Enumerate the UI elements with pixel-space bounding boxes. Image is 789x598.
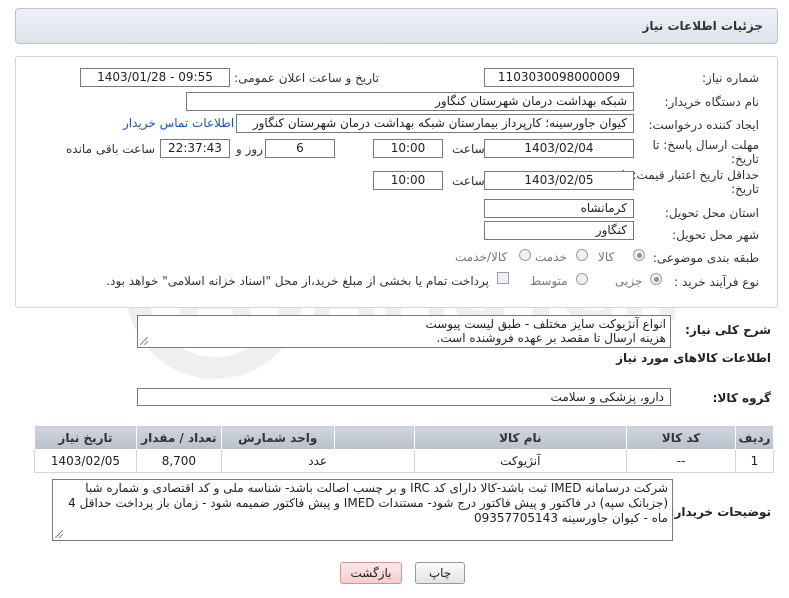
price-validity-label-2: تاریخ: [731, 182, 759, 196]
need-number-field[interactable]: 1103030098000009 [484, 68, 634, 87]
price-validity-label: حداقل تاریخ اعتبار قیمت: تا [621, 168, 759, 182]
reply-time-label: ساعت [452, 142, 485, 156]
description-line-2: هزینه ارسال تا مقصد بر عهده فروشنده است. [436, 331, 666, 345]
page-title: جزئیات اطلاعات نیاز [642, 19, 763, 33]
cell-quantity: 8,700 [135, 449, 222, 473]
goods-group-field[interactable]: دارو، پزشکی و سلامت [137, 388, 671, 406]
price-validity-time-label: ساعت [452, 174, 485, 188]
print-button[interactable]: چاپ [415, 562, 465, 584]
process-radio-minor[interactable] [650, 273, 662, 285]
cell-need-date: 1403/02/05 [34, 449, 137, 473]
table-row[interactable]: 1403/02/05 8,700 عدد آنژیوکت -- 1 [34, 449, 775, 473]
cell-unit: عدد [220, 449, 415, 473]
reply-time-field[interactable]: 10:00 [373, 139, 443, 158]
treasury-payment-checkbox[interactable] [497, 272, 509, 284]
category-radio-goods-service[interactable] [519, 249, 531, 261]
days-remaining-field[interactable]: 6 [265, 139, 335, 158]
category-option-service: خدمت [535, 250, 567, 264]
buyer-notes-textarea[interactable]: شرکت درسامانه IMED ثبت باشد-کالا دارای ک… [52, 479, 673, 541]
table-header-row: تاریخ نیاز تعداد / مقدار واحد شمارش نام … [34, 425, 775, 450]
price-validity-time-field[interactable]: 10:00 [373, 171, 443, 190]
requester-label: ایجاد کننده درخواست: [648, 118, 759, 132]
resize-handle-icon[interactable] [55, 530, 63, 538]
buyer-notes-label: توضیحات خریدار: [669, 505, 771, 519]
price-validity-date-field[interactable]: 1403/02/05 [484, 171, 634, 190]
col-quantity: تعداد / مقدار [135, 425, 222, 450]
category-option-goods-service: کالا/خدمت [455, 250, 508, 264]
province-label: استان محل تحویل: [664, 206, 759, 220]
city-label: شهر محل تحویل: [672, 228, 759, 242]
cell-goods-code: -- [626, 449, 736, 473]
category-label: طبقه بندی موضوعی: [652, 251, 759, 265]
buyer-org-field[interactable]: شبکه بهداشت درمان شهرستان کنگاور [186, 92, 634, 111]
days-label: روز و [236, 142, 263, 156]
buyer-org-label: نام دستگاه خریدار: [664, 95, 760, 109]
page-header: جزئیات اطلاعات نیاز [15, 8, 778, 44]
treasury-payment-note: پرداخت تمام یا بخشی از مبلغ خرید،از محل … [106, 274, 489, 288]
back-button[interactable]: بازگشت [340, 562, 402, 584]
process-radio-medium[interactable] [576, 273, 588, 285]
process-option-minor: جزیی [615, 274, 643, 288]
province-field[interactable]: کرمانشاه [484, 199, 634, 218]
remaining-time-field[interactable]: 22:37:43 [160, 139, 230, 158]
col-unit-gap [333, 425, 415, 450]
category-radio-goods[interactable] [633, 249, 645, 261]
cell-row-number: 1 [734, 449, 775, 473]
description-line-1: انواع آنژیوکت سایز مختلف - طبق لیست پیوس… [425, 317, 666, 331]
reply-deadline-label: مهلت ارسال پاسخ: تا [652, 138, 759, 152]
resize-handle-icon[interactable] [140, 337, 148, 345]
reply-date-field[interactable]: 1403/02/04 [484, 139, 634, 158]
goods-group-label: گروه کالا: [712, 391, 771, 405]
announce-datetime-label: تاریخ و ساعت اعلان عمومی: [234, 71, 379, 85]
remaining-time-label: ساعت باقی مانده [66, 142, 156, 156]
reply-deadline-label-2: تاریخ: [731, 152, 759, 166]
col-unit: واحد شمارش [220, 425, 335, 450]
purchase-process-label: نوع فرآیند خرید : [674, 275, 759, 289]
need-number-label: شماره نیاز: [702, 71, 759, 85]
description-textarea[interactable]: انواع آنژیوکت سایز مختلف - طبق لیست پیوس… [137, 315, 671, 348]
buyer-notes-text: شرکت درسامانه IMED ثبت باشد-کالا دارای ک… [68, 481, 668, 525]
goods-table: تاریخ نیاز تعداد / مقدار واحد شمارش نام … [34, 425, 775, 473]
city-field[interactable]: کنگاور [484, 221, 634, 240]
description-label: شرح کلی نیاز: [685, 323, 771, 337]
goods-section-title: اطلاعات کالاهای مورد نیاز [616, 351, 771, 365]
category-option-goods: کالا [598, 250, 615, 264]
category-radio-service[interactable] [576, 249, 588, 261]
col-row-number: ردیف [734, 425, 775, 450]
col-need-date: تاریخ نیاز [34, 425, 137, 450]
col-goods-code: کد کالا [626, 425, 736, 450]
cell-goods-name: آنژیوکت [413, 449, 628, 473]
announce-datetime-field[interactable]: 1403/01/28 - 09:55 [80, 68, 230, 87]
requester-field[interactable]: کیوان جاورسینه؛ کارپرداز بیمارستان شبکه … [236, 114, 634, 133]
buyer-contact-link[interactable]: اطلاعات تماس خریدار [123, 116, 234, 130]
col-goods-name: نام کالا [413, 425, 628, 450]
process-option-medium: متوسط [530, 274, 568, 288]
